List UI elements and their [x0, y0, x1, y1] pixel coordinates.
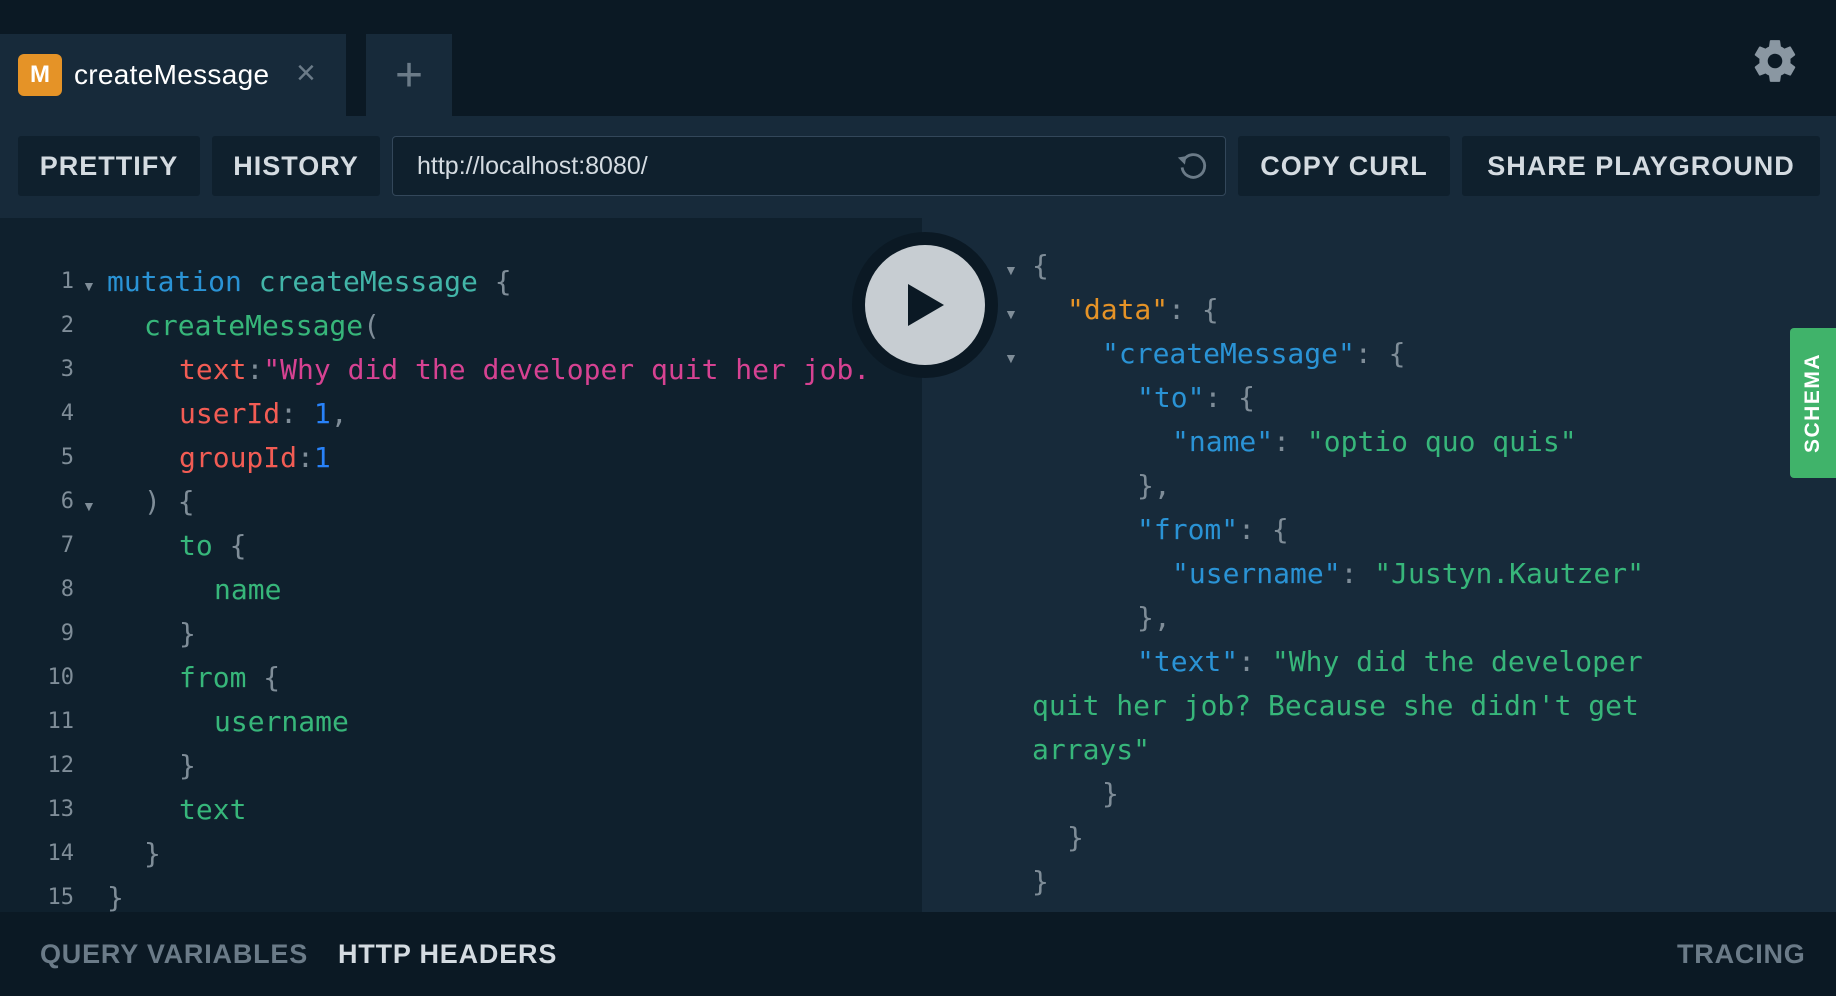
code-line: text [179, 793, 247, 826]
fold-arrow-icon[interactable]: ▼ [1004, 292, 1018, 336]
line-number: 6 [60, 489, 74, 514]
bottom-bar: QUERY VARIABLES HTTP HEADERS TRACING [0, 912, 1836, 996]
result-line: } [1032, 865, 1049, 898]
plus-icon: + [394, 48, 424, 102]
tab-createMessage[interactable]: M createMessage × [0, 34, 346, 116]
code-line: ) { [144, 485, 195, 518]
schema-tab[interactable]: SCHEMA [1790, 328, 1836, 478]
code-line: text:"Why did the developer quit her job… [179, 353, 871, 386]
http-headers-tab[interactable]: HTTP HEADERS [338, 912, 557, 996]
line-number: 3 [60, 357, 74, 382]
result-line: "data": { [1067, 293, 1219, 326]
close-icon[interactable]: × [296, 56, 316, 90]
line-number: 5 [60, 445, 74, 470]
line-number: 12 [47, 753, 75, 778]
execute-query-button[interactable] [852, 232, 998, 378]
line-number: 10 [47, 665, 75, 690]
code-line: } [179, 617, 196, 650]
endpoint-input[interactable] [393, 137, 1173, 195]
result-line: "username": "Justyn.Kautzer" [1172, 557, 1645, 590]
line-number: 11 [47, 709, 75, 734]
line-number: 13 [47, 797, 75, 822]
line-number: 1 [60, 269, 74, 294]
history-button[interactable]: HISTORY [212, 136, 380, 196]
code-line: } [144, 837, 161, 870]
code-line: } [179, 749, 196, 782]
code-line: username [214, 705, 349, 738]
result-viewer[interactable]: ▼ ▼ ▼ { "data": { "createMessage": { "to… [922, 218, 1836, 912]
line-number: 9 [60, 621, 74, 646]
reload-icon[interactable] [1175, 149, 1209, 183]
copy-curl-button[interactable]: COPY CURL [1238, 136, 1450, 196]
tab-title: createMessage [74, 59, 270, 90]
schema-tab-label: SCHEMA [1801, 352, 1824, 454]
code-line: to { [179, 529, 247, 562]
line-number: 7 [60, 533, 74, 558]
code-line: from { [179, 661, 281, 694]
play-button-face [865, 245, 985, 365]
line-number: 8 [60, 577, 74, 602]
code-line: groupId:1 [179, 441, 331, 474]
result-line: arrays" [1032, 733, 1151, 766]
result-line: { [1032, 249, 1049, 282]
fold-arrow-icon[interactable]: ▼ [1004, 336, 1018, 380]
line-number: 4 [60, 401, 74, 426]
result-line: "to": { [1137, 381, 1256, 414]
mutation-badge: M [18, 54, 62, 96]
fold-arrow-icon[interactable]: ▼ [82, 264, 96, 308]
query-variables-tab[interactable]: QUERY VARIABLES [40, 912, 308, 996]
result-line: quit her job? Because she didn't get [1032, 689, 1639, 722]
gear-icon[interactable] [1750, 36, 1800, 86]
prettify-button[interactable]: PRETTIFY [18, 136, 200, 196]
play-icon [908, 284, 944, 326]
result-line: }, [1137, 469, 1171, 502]
tracing-tab[interactable]: TRACING [1677, 912, 1806, 996]
tab-bar: M createMessage × + [0, 0, 1836, 116]
result-line: "name": "optio quo quis" [1172, 425, 1577, 458]
result-line: } [1102, 777, 1119, 810]
line-number: 14 [47, 841, 75, 866]
result-line: "from": { [1137, 513, 1289, 546]
code-line: createMessage( [144, 309, 381, 342]
fold-arrow-icon[interactable]: ▼ [1004, 248, 1018, 292]
code-line: userId: 1, [179, 397, 348, 430]
endpoint-field [392, 136, 1226, 196]
code-line: name [214, 573, 282, 606]
toolbar: PRETTIFY HISTORY COPY CURL SHARE PLAYGRO… [0, 116, 1836, 218]
line-number: 2 [60, 313, 74, 338]
share-playground-button[interactable]: SHARE PLAYGROUND [1462, 136, 1820, 196]
result-line: } [1067, 821, 1084, 854]
result-line: "createMessage": { [1102, 337, 1406, 370]
new-tab-button[interactable]: + [366, 34, 452, 116]
result-line: "text": "Why did the developer [1137, 645, 1643, 678]
result-line: }, [1137, 601, 1171, 634]
query-editor[interactable]: 1 2 3 4 5 6 7 8 9 10 11 12 13 14 15 ▼ ▼ … [0, 218, 922, 914]
code-line: mutation createMessage { [107, 265, 512, 298]
fold-arrow-icon[interactable]: ▼ [82, 484, 96, 528]
